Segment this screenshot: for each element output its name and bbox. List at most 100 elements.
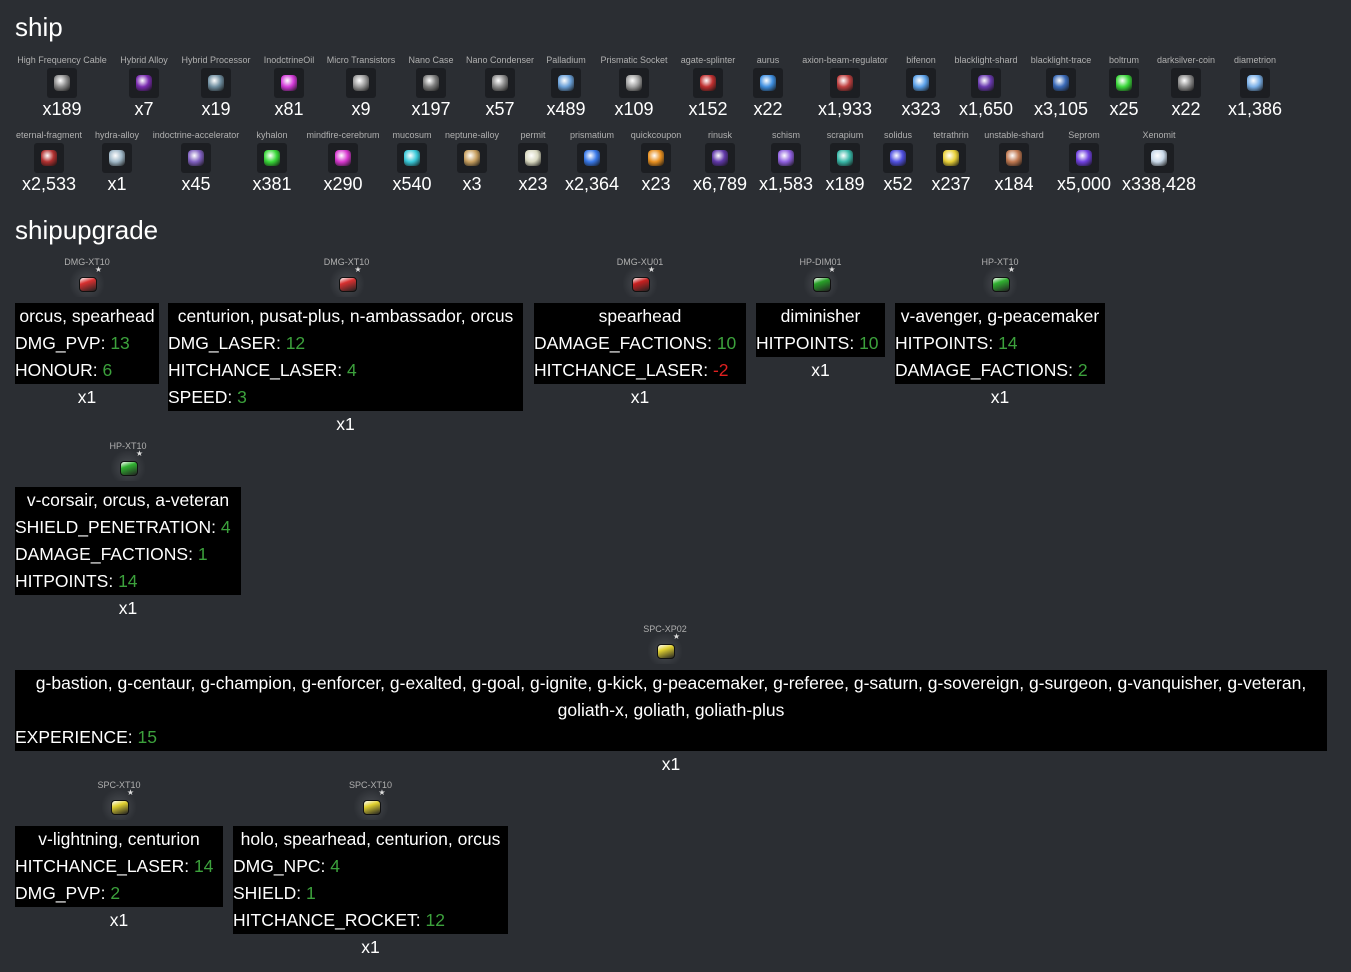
item-icon bbox=[102, 143, 132, 173]
upgrade-quantity: x1 bbox=[118, 598, 138, 618]
stat-name: DAMAGE_FACTIONS: bbox=[534, 333, 717, 353]
upgrade-stats-panel: v-lightning, centurion HITCHANCE_LASER: 1… bbox=[15, 826, 223, 907]
stat-value: 4 bbox=[220, 517, 231, 537]
item-count: x338,428 bbox=[1121, 174, 1197, 194]
stat-name: HITPOINTS: bbox=[15, 571, 119, 591]
stat-value: 15 bbox=[137, 727, 158, 747]
compatible-ships: holo, spearhead, centurion, orcus bbox=[240, 829, 501, 849]
stat-name: HITPOINTS: bbox=[895, 333, 999, 353]
stat-value: 14 bbox=[118, 571, 138, 591]
item-icon bbox=[328, 143, 358, 173]
upgrade-card-hp-xt10: HP-XT10 ★ v-avenger, g-peacemaker HITPOINTS… bbox=[895, 257, 1105, 411]
shipupgrade-section-title: shipupgrade bbox=[15, 215, 159, 245]
upgrade-quantity: x1 bbox=[990, 387, 1010, 407]
stat-value: 1 bbox=[305, 883, 316, 903]
item-icon bbox=[619, 68, 649, 98]
upgrade-module-icon: ★ bbox=[70, 265, 104, 297]
stat-row: HONOUR: 6 bbox=[15, 357, 159, 384]
stat-name: HONOUR: bbox=[15, 360, 103, 380]
stat-name: HITCHANCE_LASER: bbox=[15, 856, 194, 876]
upgrade-code: HP-DIM01 bbox=[799, 257, 842, 267]
stat-row: DMG_NPC: 4 bbox=[233, 853, 508, 880]
upgrade-card-spc-xt10: SPC-XT10 ★ v-lightning, centurion HITCHANCE… bbox=[15, 780, 223, 934]
stat-row: DAMAGE_FACTIONS: 2 bbox=[895, 357, 1105, 384]
compatible-ships: g-bastion, g-centaur, g-champion, g-enfo… bbox=[35, 673, 1307, 720]
stat-row: HITCHANCE_LASER: 14 bbox=[15, 853, 223, 880]
stat-value: 14 bbox=[193, 856, 214, 876]
ship-item-xenomit: Xenomit x338,428 bbox=[1104, 130, 1214, 194]
stat-row: DAMAGE_FACTIONS: 10 bbox=[534, 330, 746, 357]
upgrade-module-icon: ★ bbox=[102, 788, 136, 820]
stat-name: EXPERIENCE: bbox=[15, 727, 138, 747]
item-icon bbox=[1171, 68, 1201, 98]
stat-name: DAMAGE_FACTIONS: bbox=[895, 360, 1078, 380]
stat-name: DMG_LASER: bbox=[168, 333, 286, 353]
stat-name: DAMAGE_FACTIONS: bbox=[15, 544, 198, 564]
upgrade-module-icon: ★ bbox=[983, 265, 1017, 297]
stat-row: EXPERIENCE: 15 bbox=[15, 724, 1327, 751]
stat-row: DMG_LASER: 12 bbox=[168, 330, 523, 357]
item-icon bbox=[346, 68, 376, 98]
stat-name: DMG_PVP: bbox=[15, 883, 111, 903]
item-icon bbox=[999, 143, 1029, 173]
item-icon bbox=[47, 68, 77, 98]
stat-row: DMG_PVP: 13 bbox=[15, 330, 159, 357]
item-icon bbox=[1240, 68, 1270, 98]
stat-row: SPEED: 3 bbox=[168, 384, 523, 411]
upgrade-module-icon: ★ bbox=[623, 265, 657, 297]
stat-row: DAMAGE_FACTIONS: 1 bbox=[15, 541, 241, 568]
item-icon bbox=[753, 68, 783, 98]
item-icon bbox=[551, 68, 581, 98]
stat-value: 12 bbox=[285, 333, 306, 353]
stat-value: -2 bbox=[712, 360, 729, 380]
compatible-ships: orcus, spearhead bbox=[19, 306, 155, 326]
stat-name: SHIELD_PENETRATION: bbox=[15, 517, 221, 537]
upgrade-card-spc-xp02: SPC-XP02 ★ g-bastion, g-centaur, g-champio… bbox=[15, 624, 1327, 778]
upgrade-stats-panel: diminisher HITPOINTS: 10 bbox=[756, 303, 885, 357]
item-icon bbox=[181, 143, 211, 173]
upgrade-quantity: x1 bbox=[661, 754, 681, 774]
item-icon bbox=[257, 143, 287, 173]
upgrade-module-icon: ★ bbox=[329, 265, 364, 297]
upgrade-code: SPC-XT10 bbox=[348, 780, 392, 790]
stat-row: SHIELD_PENETRATION: 4 bbox=[15, 514, 241, 541]
stat-value: 12 bbox=[425, 910, 445, 930]
stat-value: 14 bbox=[998, 333, 1018, 353]
stat-row: HITCHANCE_LASER: 4 bbox=[168, 357, 523, 384]
upgrade-code: DMG-XU01 bbox=[616, 257, 664, 267]
stat-name: SPEED: bbox=[168, 387, 238, 407]
compatible-ships: diminisher bbox=[780, 306, 861, 326]
upgrade-quantity: x1 bbox=[630, 387, 650, 407]
compatible-ships: v-corsair, orcus, a-veteran bbox=[26, 490, 230, 510]
stat-row: HITPOINTS: 14 bbox=[895, 330, 1105, 357]
upgrade-module-icon: ★ bbox=[353, 788, 388, 820]
upgrade-stats-panel: v-avenger, g-peacemaker HITPOINTS: 14 DAMA… bbox=[895, 303, 1105, 384]
stat-row: HITPOINTS: 14 bbox=[15, 568, 241, 595]
item-name: Xenomit bbox=[1142, 130, 1176, 140]
stat-value: 2 bbox=[1077, 360, 1088, 380]
stat-name: DMG_NPC: bbox=[233, 856, 331, 876]
stat-row: HITPOINTS: 10 bbox=[756, 330, 885, 357]
stat-value: 1 bbox=[197, 544, 208, 564]
ship-section-title: ship bbox=[15, 12, 63, 42]
stat-value: 13 bbox=[110, 333, 130, 353]
item-icon bbox=[830, 68, 860, 98]
stat-name: HITCHANCE_ROCKET: bbox=[233, 910, 426, 930]
upgrade-card-hp-dim01: HP-DIM01 ★ diminisher HITPOINTS: 10 x1 bbox=[756, 257, 885, 384]
upgrade-stats-panel: orcus, spearhead DMG_PVP: 13 HONOUR: 6 bbox=[15, 303, 159, 384]
item-icon bbox=[971, 68, 1001, 98]
upgrade-stats-panel: v-corsair, orcus, a-veteran SHIELD_PENETR… bbox=[15, 487, 241, 595]
upgrade-quantity: x1 bbox=[361, 937, 380, 957]
stat-value: 4 bbox=[330, 856, 340, 876]
stat-value: 10 bbox=[716, 333, 737, 353]
upgrade-card-spc-xt10: SPC-XT10 ★ holo, spearhead, centurion, orc… bbox=[233, 780, 508, 961]
upgrade-quantity: x1 bbox=[77, 387, 97, 407]
upgrade-module-icon: ★ bbox=[111, 449, 145, 481]
compatible-ships: v-lightning, centurion bbox=[38, 829, 200, 849]
stat-value: 6 bbox=[102, 360, 113, 380]
stat-name: SHIELD: bbox=[233, 883, 306, 903]
ship-item-diametrion: diametrion x1,386 bbox=[1200, 55, 1310, 119]
upgrade-card-dmg-xt10: DMG-XT10 ★ centurion, pusat-plus, n-ambass… bbox=[168, 257, 523, 438]
stat-value: 2 bbox=[110, 883, 121, 903]
item-icon bbox=[416, 68, 446, 98]
